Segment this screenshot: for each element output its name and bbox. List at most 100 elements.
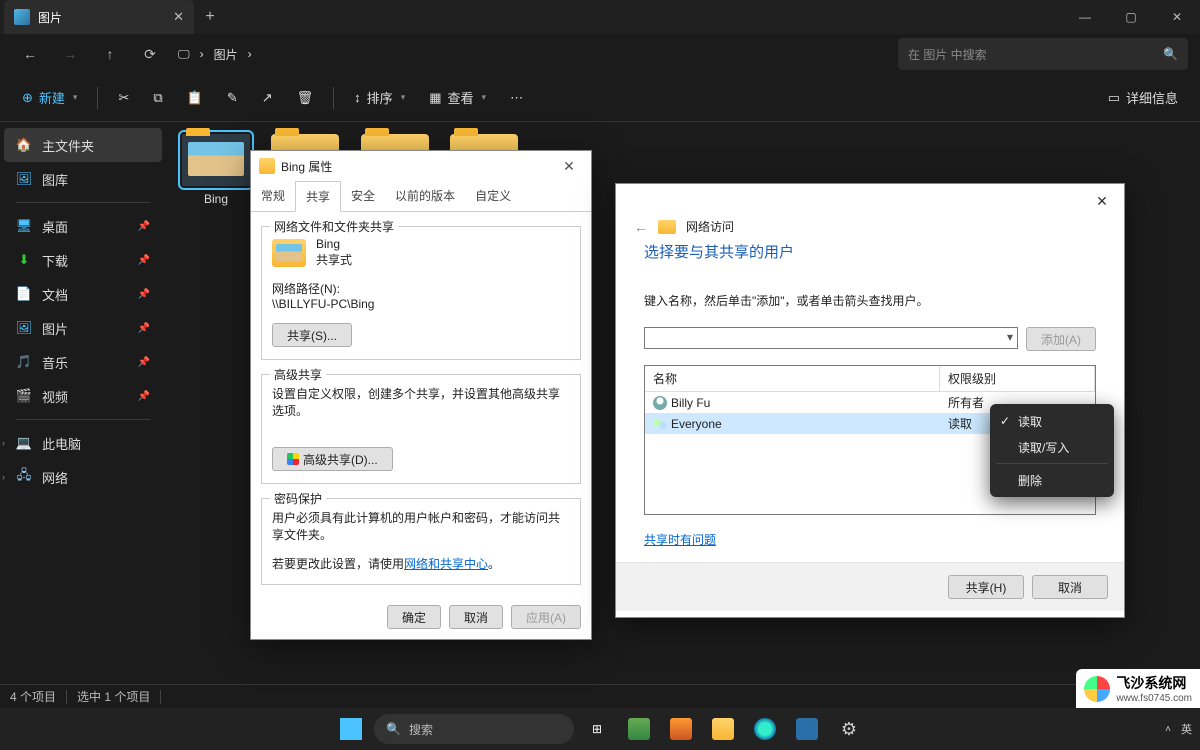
taskbar-settings[interactable]: ⚙ [830,710,868,748]
password-text1: 用户必须具有此计算机的用户帐户和密码，才能访问共享文件夹。 [272,509,570,543]
ctx-remove[interactable]: 删除 [990,467,1114,493]
sort-button[interactable]: ↕ 排序 ▾ [344,81,415,115]
sidebar-music[interactable]: 🎵音乐📌 [4,345,162,379]
group-title: 密码保护 [270,490,326,507]
group-network-share: 网络文件和文件夹共享 Bing 共享式 网络路径(N): \\BILLYFU-P… [261,226,581,360]
up-button[interactable]: ↑ [92,38,128,70]
sidebar: 🏠主文件夹 🖼图库 🖥桌面📌 ⬇下载📌 📄文档📌 🖼图片📌 🎵音乐📌 🎬视频📌 … [0,122,166,684]
view-button[interactable]: ▦ 查看 ▾ [419,81,496,115]
paste-button[interactable]: 📋 [177,81,213,115]
sidebar-home[interactable]: 🏠主文件夹 [4,128,162,162]
sidebar-documents[interactable]: 📄文档📌 [4,277,162,311]
window-tab[interactable]: 图片 ✕ [4,0,194,34]
system-tray[interactable]: ˄ 英 [1165,721,1192,737]
taskbar: 🔍搜索 ⊞ ⚙ ˄ 英 [0,708,1200,750]
user-icon [653,396,667,410]
col-name[interactable]: 名称 [645,366,940,391]
breadcrumb-item[interactable]: 图片 [214,46,238,63]
minimize-button[interactable]: — [1062,0,1108,34]
pc-icon: 💻 [16,435,32,451]
permission-context-menu: 读取 读取/写入 删除 [990,404,1114,497]
copy-button[interactable]: ⧉ [143,81,172,115]
close-icon[interactable]: ✕ [1086,187,1118,215]
share-confirm-button[interactable]: 共享(H) [948,575,1024,599]
folder-bing[interactable]: Bing [176,134,256,206]
cut-button[interactable]: ✂ [108,81,139,115]
ctx-readwrite[interactable]: 读取/写入 [990,434,1114,460]
network-center-link[interactable]: 网络和共享中心 [404,557,488,571]
advanced-share-button[interactable]: 高级共享(D)... [272,447,393,471]
taskbar-search[interactable]: 🔍搜索 [374,714,574,744]
taskbar-store[interactable] [788,710,826,748]
back-button[interactable]: ← [12,38,48,70]
paste-icon: 📋 [187,90,203,106]
sidebar-pictures[interactable]: 🖼图片📌 [4,311,162,345]
network-icon: 🖧 [16,469,32,485]
gallery-icon: 🖼 [16,171,32,187]
sidebar-desktop[interactable]: 🖥桌面📌 [4,209,162,243]
back-icon[interactable]: ← [634,219,648,235]
home-icon: 🏠 [16,137,32,153]
folder-icon [658,220,676,234]
sidebar-downloads[interactable]: ⬇下载📌 [4,243,162,277]
maximize-button[interactable]: ▢ [1108,0,1154,34]
pin-icon: 📌 [138,289,150,300]
cancel-button[interactable]: 取消 [1032,575,1108,599]
rename-button[interactable]: ✎ [217,81,248,115]
ctx-read[interactable]: 读取 [990,408,1114,434]
network-access-dialog: ✕ ← 网络访问 选择要与其共享的用户 键入名称，然后单击"添加"，或者单击箭头… [615,183,1125,618]
tab-security[interactable]: 安全 [341,181,385,211]
tab-general[interactable]: 常规 [251,181,295,211]
refresh-button[interactable]: ⟳ [132,38,168,70]
share-icon: ↗ [262,90,273,106]
sharing-help-link[interactable]: 共享时有问题 [644,533,716,547]
ok-button[interactable]: 确定 [387,605,441,629]
chevron-right-icon: › [2,438,5,448]
tab-previous[interactable]: 以前的版本 [385,181,465,211]
statusbar: 4 个项目 选中 1 个项目 ≡ ▦ [0,684,1200,708]
new-button[interactable]: ⊕ 新建 ▾ [12,81,87,115]
taskbar-app[interactable] [662,710,700,748]
breadcrumb[interactable]: 🖵 › 图片 › [178,46,252,63]
group-icon [653,417,667,431]
more-button[interactable]: ⋯ [500,81,533,115]
sidebar-network[interactable]: ›🖧网络 [4,460,162,494]
delete-button[interactable]: 🗑 [287,81,324,115]
apply-button: 应用(A) [511,605,581,629]
forward-button: → [52,38,88,70]
details-button[interactable]: ▭ 详细信息 [1098,81,1188,115]
start-button[interactable] [332,710,370,748]
col-perm[interactable]: 权限级别 [940,366,1095,391]
taskbar-explorer[interactable] [704,710,742,748]
share-name: Bing [316,237,352,251]
task-view-button[interactable]: ⊞ [578,710,616,748]
share-button[interactable]: 共享(S)... [272,323,352,347]
dialog-titlebar[interactable]: Bing 属性 ✕ [251,151,591,181]
properties-dialog: Bing 属性 ✕ 常规 共享 安全 以前的版本 自定义 网络文件和文件夹共享 … [250,150,592,640]
close-tab-icon[interactable]: ✕ [173,9,184,25]
taskbar-edge[interactable] [746,710,784,748]
sidebar-gallery[interactable]: 🖼图库 [4,162,162,196]
taskbar-app[interactable] [620,710,658,748]
pictures-icon [14,9,30,25]
pin-icon: 📌 [138,357,150,368]
share-button[interactable]: ↗ [252,81,283,115]
pin-icon: 📌 [138,323,150,334]
tab-sharing[interactable]: 共享 [295,181,341,212]
close-icon[interactable]: ✕ [555,158,583,175]
sidebar-thispc[interactable]: ›💻此电脑 [4,426,162,460]
user-combo[interactable] [644,327,1018,349]
pin-icon: 📌 [138,255,150,266]
add-button: 添加(A) [1026,327,1096,351]
gear-icon: ⚙ [841,719,857,740]
cancel-button[interactable]: 取消 [449,605,503,629]
close-button[interactable]: ✕ [1154,0,1200,34]
folder-icon [259,158,275,174]
status-selected: 选中 1 个项目 [77,688,150,705]
search-input[interactable]: 在 图片 中搜索 🔍 [898,38,1188,70]
tab-custom[interactable]: 自定义 [465,181,521,211]
new-tab-button[interactable]: + [194,1,226,33]
desktop-icon: 🖥 [16,218,32,234]
shield-icon [287,453,299,465]
sidebar-videos[interactable]: 🎬视频📌 [4,379,162,413]
